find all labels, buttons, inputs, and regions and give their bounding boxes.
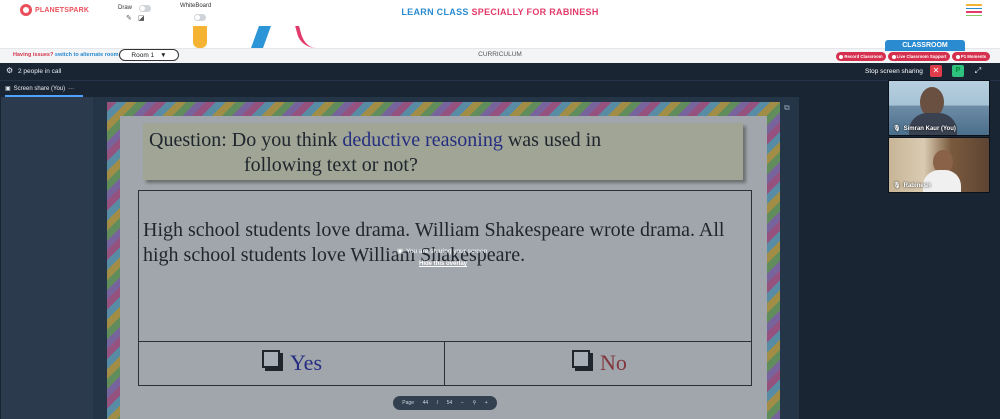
- support-icon: [891, 54, 896, 59]
- page-separator: /: [436, 400, 439, 406]
- tab-screen-share[interactable]: ▣ Screen share (You) ···: [5, 85, 74, 93]
- zoom-in-icon[interactable]: +: [485, 400, 488, 406]
- participant-tile[interactable]: 🎙 Rabinesh: [888, 137, 990, 193]
- total-pages: 54: [446, 400, 453, 406]
- hide-overlay-link[interactable]: Hide this overlay: [419, 261, 467, 267]
- people-count[interactable]: 2 people in call: [18, 68, 61, 75]
- page-title-part2: SPECIALLY FOR RABINESH: [471, 7, 599, 17]
- p1-moments-label: P1 Moments: [960, 54, 987, 59]
- page-title-part1: LEARN CLASS: [401, 7, 469, 17]
- participant-label: 🎙 Simran Kaur (You): [893, 125, 956, 133]
- live-support-button[interactable]: Live Classroom Support: [888, 52, 950, 61]
- record-icon: [839, 54, 844, 59]
- mic-icon: 🎙: [893, 126, 901, 132]
- sharing-message: ▣ You are sharing your screen: [397, 247, 488, 256]
- page-label: Page: [402, 400, 414, 406]
- page-navigator: Page 44 / 54 − ⚲ +: [393, 396, 497, 410]
- fullscreen-icon[interactable]: ⤢: [972, 65, 984, 77]
- screen-icon: ▣: [5, 86, 11, 92]
- zoom-out-icon[interactable]: −: [461, 400, 464, 406]
- page-title: LEARN CLASS SPECIALLY FOR RABINESH: [0, 7, 1000, 17]
- sharing-message-text: You are sharing your screen: [406, 247, 488, 255]
- call-bar: [0, 63, 1000, 81]
- close-icon: ✕: [932, 66, 940, 75]
- record-classroom-label: Record Classroom: [844, 54, 883, 59]
- decorative-shape-yellow: [193, 26, 207, 48]
- app-root: PLANETSPARK Draw ✎ ◪ WhiteBoard LEARN CL…: [0, 0, 1000, 419]
- sharing-overlay: [93, 97, 799, 419]
- curriculum-label: CURRICULUM: [478, 51, 522, 58]
- current-page[interactable]: 44: [423, 400, 429, 406]
- live-support-label: Live Classroom Support: [896, 54, 947, 59]
- decorative-shape-pink: [295, 26, 329, 48]
- tab-screen-share-label: Screen share (You): [13, 85, 66, 92]
- participant-name: Rabinesh: [903, 182, 931, 189]
- popout-icon[interactable]: ⧉: [784, 103, 790, 113]
- participant-name: Simran Kaur (You): [903, 125, 956, 132]
- classroom-tab[interactable]: CLASSROOM: [885, 40, 965, 51]
- stop-sharing-button[interactable]: ✕: [930, 65, 942, 77]
- screen-share-icon: ▣: [397, 248, 404, 255]
- tab-row: [0, 82, 888, 96]
- menu-icon[interactable]: [966, 4, 982, 18]
- p-badge-button[interactable]: P: [952, 65, 964, 77]
- record-classroom-button[interactable]: Record Classroom: [836, 52, 886, 61]
- decorative-shape-blue: [250, 26, 272, 48]
- tab-menu-icon[interactable]: ···: [68, 86, 74, 92]
- participant-label: 🎙 Rabinesh: [893, 182, 931, 190]
- stop-sharing-label: Stop screen sharing: [865, 68, 923, 75]
- mic-icon: 🎙: [893, 183, 901, 189]
- zoom-icon[interactable]: ⚲: [472, 400, 476, 406]
- moments-icon: [955, 54, 960, 59]
- participant-tile[interactable]: 🎙 Simran Kaur (You): [888, 80, 990, 136]
- gear-icon[interactable]: ⚙: [6, 66, 13, 75]
- p1-moments-button[interactable]: P1 Moments: [952, 52, 990, 61]
